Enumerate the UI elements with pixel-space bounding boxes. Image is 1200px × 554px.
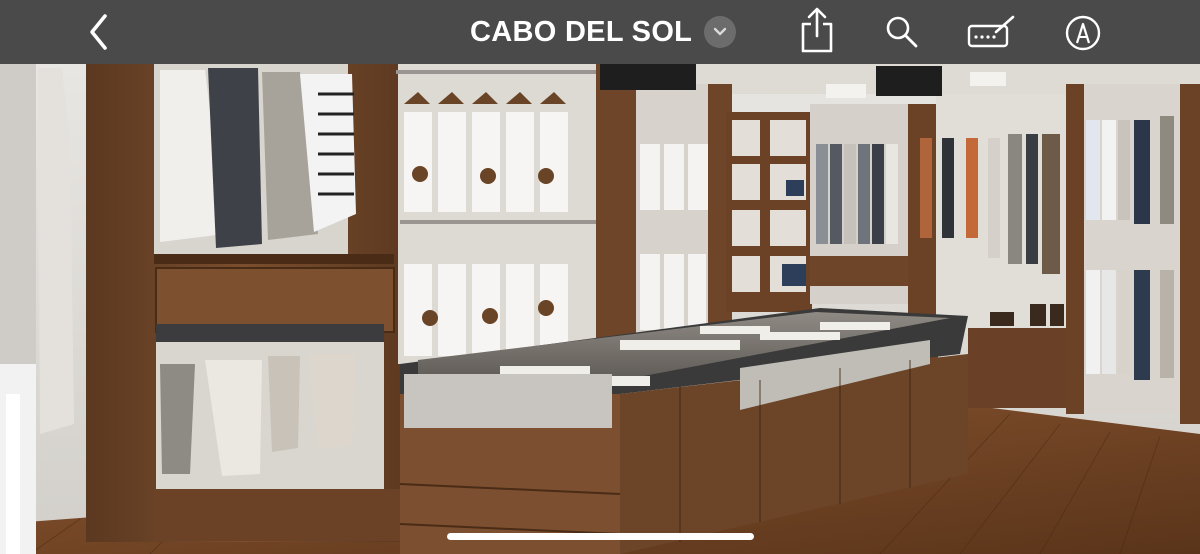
title-menu-button[interactable] — [704, 16, 737, 48]
document-title-group[interactable]: CABO DEL SOL — [470, 14, 737, 50]
walk-in-closet-photo — [0, 64, 1200, 554]
chevron-down-icon — [714, 27, 727, 36]
back-chevron-icon[interactable] — [84, 12, 114, 52]
markup-pen-icon[interactable] — [1064, 14, 1102, 52]
share-icon[interactable] — [798, 6, 836, 54]
top-navigation-bar: CABO DEL SOL — [0, 0, 1200, 64]
document-title[interactable]: CABO DEL SOL — [470, 16, 692, 49]
home-indicator[interactable] — [447, 533, 754, 540]
keyboard-pen-icon[interactable] — [966, 14, 1018, 50]
search-icon[interactable] — [884, 14, 920, 50]
